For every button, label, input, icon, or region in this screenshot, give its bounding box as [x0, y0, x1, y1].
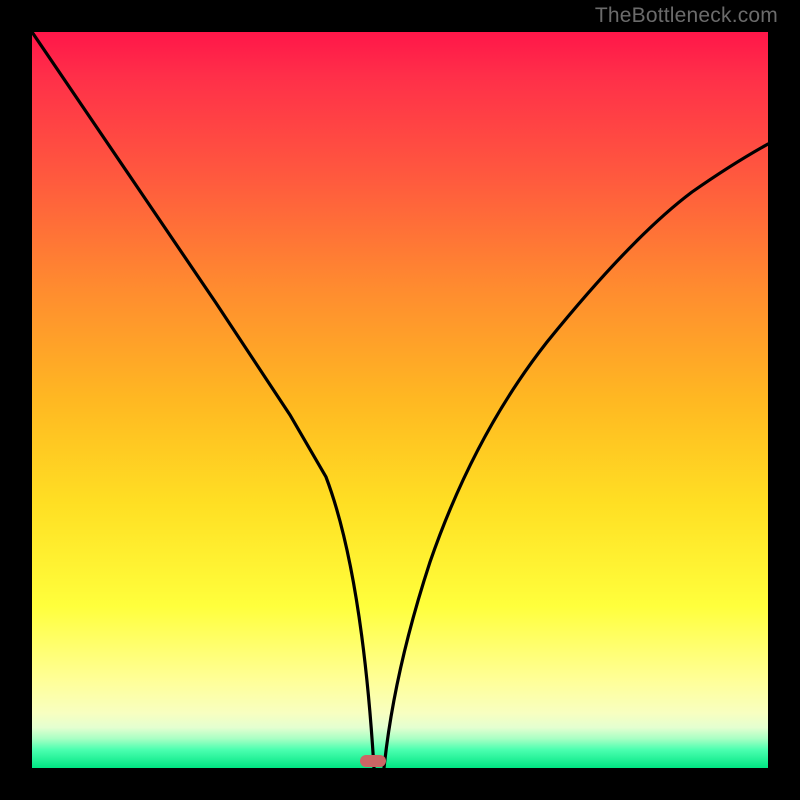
watermark-text: TheBottleneck.com [595, 4, 778, 28]
min-marker [360, 755, 386, 767]
curve-right-branch [384, 144, 768, 768]
curve-left-branch [32, 32, 374, 768]
bottleneck-curve [32, 32, 768, 768]
chart-frame: TheBottleneck.com [0, 0, 800, 800]
plot-area [32, 32, 768, 768]
